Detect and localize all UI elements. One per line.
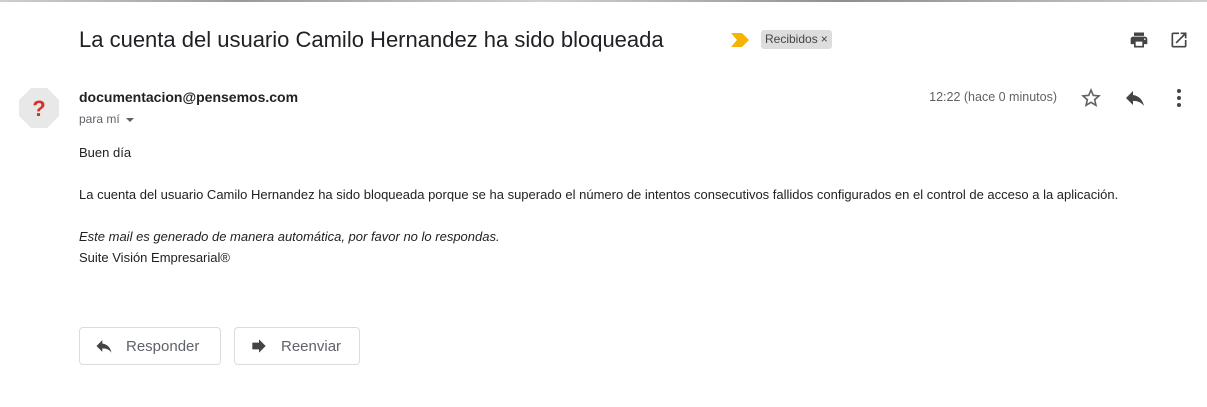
email-subject: La cuenta del usuario Camilo Hernandez h… <box>79 27 664 52</box>
recipient-details-toggle[interactable]: para mí <box>79 112 134 126</box>
open-in-new-icon[interactable] <box>1169 30 1189 50</box>
avatar-glyph: ? <box>32 96 45 121</box>
body-greeting: Buen día <box>79 145 132 160</box>
forward-icon <box>252 339 266 353</box>
body-signature: Suite Visión Empresarial® <box>79 250 230 265</box>
reply-button[interactable]: Responder <box>79 327 221 365</box>
star-icon[interactable] <box>1079 86 1103 110</box>
top-banner-strip <box>0 0 1207 2</box>
forward-button[interactable]: Reenviar <box>234 327 360 365</box>
inbox-label-chip: Recibidos × <box>761 30 832 49</box>
unknown-sender-icon: ? <box>19 88 59 128</box>
sender-avatar: ? <box>18 87 60 129</box>
email-body: Buen día La cuenta del usuario Camilo He… <box>79 142 1164 268</box>
body-auto-note: Este mail es generado de manera automáti… <box>79 229 500 244</box>
remove-label-button[interactable]: × <box>821 32 828 46</box>
chevron-down-icon <box>125 117 134 122</box>
sender-email[interactable]: documentacion@pensemos.com <box>79 89 298 105</box>
print-icon[interactable] <box>1129 30 1149 50</box>
forward-button-label: Reenviar <box>281 337 342 355</box>
reply-button-label: Responder <box>126 337 200 355</box>
more-vert-icon[interactable] <box>1167 86 1191 110</box>
reply-icon <box>96 340 112 353</box>
message-time: 12:22 (hace 0 minutos) <box>929 90 1057 104</box>
recipient-label: para mí <box>79 112 120 126</box>
body-paragraph: La cuenta del usuario Camilo Hernandez h… <box>79 187 1119 202</box>
label-chip-text: Recibidos <box>765 32 818 46</box>
importance-marker-icon[interactable] <box>731 33 749 52</box>
reply-icon[interactable] <box>1123 86 1147 110</box>
